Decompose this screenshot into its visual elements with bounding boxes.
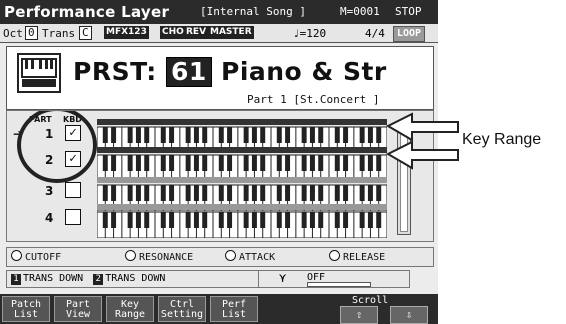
oct-field[interactable]: 0 [25,26,38,40]
chorus-indicator: CHO [160,26,186,39]
part-list: PART KBD ➔ 1 ✓ 2 ✓ 3 4 [6,110,434,242]
tempo: ♩=120 [293,27,327,40]
knob-resonance[interactable]: RESONANCE [125,250,193,263]
key-range-button[interactable]: Key Range [106,296,154,322]
key-range-part4[interactable] [97,204,387,238]
time-signature: 4/4 [365,27,385,40]
song-name: [Internal Song ] [200,5,306,18]
scroll-label: Scroll [352,295,389,306]
performance-layer-screen: Performance Layer [Internal Song ] M=000… [0,0,438,324]
knob-release[interactable]: RELEASE [329,250,385,263]
number-badge: 1 [11,274,21,285]
d-beam-icon: ⋎ [279,271,287,285]
patch-panel[interactable]: PRST: 61 Piano & Str Part 1 [St.Concert … [6,46,434,110]
title-bar: Performance Layer [Internal Song ] M=000… [0,0,438,24]
part-view-button[interactable]: Part View [54,296,102,322]
knob-icon [225,250,236,261]
ctrl-setting-button[interactable]: Ctrl Setting [158,296,206,322]
trans-label: Trans [42,27,76,40]
loop-indicator: LOOP [393,26,426,42]
patch-name: Piano & Str [221,57,387,86]
trans-buttons[interactable]: 1 TRANS DOWN 2 TRANS DOWN [6,270,262,288]
knob-cutoff[interactable]: CUTOFF [11,250,61,263]
knob-assign-row: CUTOFF RESONANCE ATTACK RELEASE [6,247,434,267]
oct-label: Oct [3,27,23,40]
kbd-checkbox-part4[interactable] [65,209,81,225]
knob-icon [125,250,136,261]
keyboard-icon [17,53,61,93]
knob-icon [11,250,22,261]
function-bar: Patch List Part View Key Range Ctrl Setting … [0,294,438,324]
knob-icon [329,250,340,261]
key-range-annotation: Key Range [462,131,542,148]
measure-counter: M=0001 [340,5,380,18]
page-title: Performance Layer [4,3,170,21]
d-beam-meter [307,282,371,287]
master-indicator: MASTER [208,26,254,39]
trans-down-1: TRANS DOWN [23,273,84,284]
part-info: Part 1 [St.Concert ] [247,93,380,106]
patch-number: 61 [165,57,212,87]
patch-name-display: PRST: 61 Piano & Str [73,57,387,87]
knob-attack[interactable]: ATTACK [225,250,275,263]
mfx-indicator: MFX123 [104,26,149,39]
patch-prefix: PRST: [73,57,157,86]
part-number: 4 [45,211,54,225]
trans-row: 1 TRANS DOWN 2 TRANS DOWN ⋎ OFF [6,270,432,290]
perf-list-button[interactable]: Perf List [210,296,258,322]
patch-list-button[interactable]: Patch List [2,296,50,322]
status-row: Oct 0 Trans C MFX123 CHO REV MASTER ♩=12… [0,24,438,43]
transport-status: STOP [395,5,422,18]
scroll-up-button[interactable]: ⇧ [340,306,378,324]
trans-field[interactable]: C [79,26,92,40]
highlight-circle [17,111,97,183]
number-badge: 2 [93,274,104,285]
reverb-indicator: REV [184,26,209,39]
key-range-arrows [385,112,459,170]
d-beam-status: ⋎ OFF [258,270,410,288]
trans-down-2: TRANS DOWN [105,273,166,284]
scroll-down-button[interactable]: ⇩ [390,306,428,324]
key-range-part2[interactable] [97,147,387,181]
